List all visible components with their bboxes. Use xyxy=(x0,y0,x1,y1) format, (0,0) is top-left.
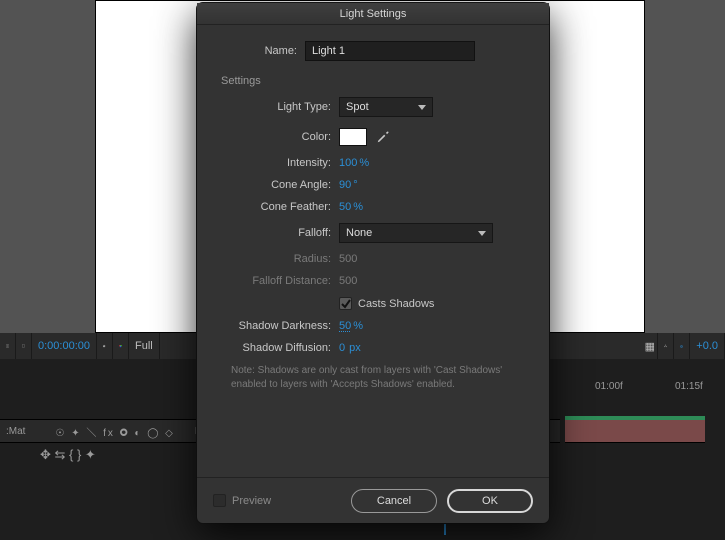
cone-angle-label: Cone Angle: xyxy=(219,179,339,191)
shadow-darkness-unit: % xyxy=(353,320,363,332)
ok-button[interactable]: OK xyxy=(447,489,533,513)
column-label: :Mat xyxy=(0,426,25,437)
timeline-footer-icons[interactable]: ✥ ⇆ { } ✦ xyxy=(40,447,96,463)
falloff-distance-value: 500 xyxy=(339,275,357,287)
resolution-dropdown[interactable]: Full xyxy=(129,333,160,359)
intensity-value[interactable]: 100 xyxy=(339,157,357,169)
color-label: Color: xyxy=(219,131,339,143)
settings-section-label: Settings xyxy=(221,75,527,87)
falloff-distance-label: Falloff Distance: xyxy=(219,275,339,287)
cone-feather-unit: % xyxy=(353,201,363,213)
shadow-diffusion-value[interactable]: 0 xyxy=(339,342,345,354)
falloff-value: None xyxy=(346,227,372,239)
mask-icon[interactable] xyxy=(16,333,32,359)
name-input[interactable] xyxy=(305,41,475,61)
light-settings-dialog: Light Settings Name: Settings Light Type… xyxy=(197,3,549,523)
layer-bar[interactable] xyxy=(565,419,705,443)
dialog-footer: Preview Cancel OK xyxy=(197,477,549,523)
cone-angle-value[interactable]: 90 xyxy=(339,179,351,191)
time-ruler[interactable]: 01:00f 01:15f xyxy=(565,369,705,399)
transparency-icon[interactable]: ▦ xyxy=(642,333,658,359)
casts-shadows-checkbox[interactable] xyxy=(339,297,352,310)
falloff-label: Falloff: xyxy=(219,227,339,239)
radius-label: Radius: xyxy=(219,253,339,265)
shadow-darkness-label: Shadow Darkness: xyxy=(219,320,339,332)
grid-icon[interactable] xyxy=(0,333,16,359)
shadows-note: Note: Shadows are only cast from layers … xyxy=(231,364,527,391)
chevron-down-icon xyxy=(418,105,426,110)
shadow-diffusion-unit: px xyxy=(349,342,361,354)
ruler-tick: 01:00f xyxy=(595,381,623,392)
shadow-darkness-value[interactable]: 50 xyxy=(339,320,351,332)
cone-feather-label: Cone Feather: xyxy=(219,201,339,213)
ruler-tick: 01:15f xyxy=(675,381,703,392)
casts-shadows-label: Casts Shadows xyxy=(358,298,434,310)
preview-label: Preview xyxy=(232,495,271,507)
color-swatch[interactable] xyxy=(339,128,367,146)
flowchart-icon[interactable] xyxy=(658,333,674,359)
cone-angle-unit: ° xyxy=(353,179,357,191)
light-type-label: Light Type: xyxy=(219,101,339,113)
eyedropper-icon[interactable] xyxy=(373,127,393,147)
aperture-icon[interactable] xyxy=(674,333,690,359)
name-label: Name: xyxy=(219,45,305,57)
radius-value: 500 xyxy=(339,253,357,265)
switch-column-icons: ☉ ✦ ＼ fx 🞉 ◐ ◯ ◇ xyxy=(49,424,180,439)
dialog-title: Light Settings xyxy=(197,3,549,25)
exposure-value[interactable]: +0.0 xyxy=(690,333,725,359)
chevron-down-icon xyxy=(478,231,486,236)
preview-checkbox[interactable] xyxy=(213,494,226,507)
falloff-select[interactable]: None xyxy=(339,223,493,243)
light-type-select[interactable]: Spot xyxy=(339,97,433,117)
current-timecode[interactable]: 0:00:00:00 xyxy=(32,333,97,359)
cone-feather-value[interactable]: 50 xyxy=(339,201,351,213)
shadow-diffusion-label: Shadow Diffusion: xyxy=(219,342,339,354)
light-type-value: Spot xyxy=(346,101,369,113)
camera-icon[interactable] xyxy=(97,333,113,359)
channels-icon[interactable] xyxy=(113,333,129,359)
intensity-label: Intensity: xyxy=(219,157,339,169)
cancel-button[interactable]: Cancel xyxy=(351,489,437,513)
intensity-unit: % xyxy=(359,157,369,169)
